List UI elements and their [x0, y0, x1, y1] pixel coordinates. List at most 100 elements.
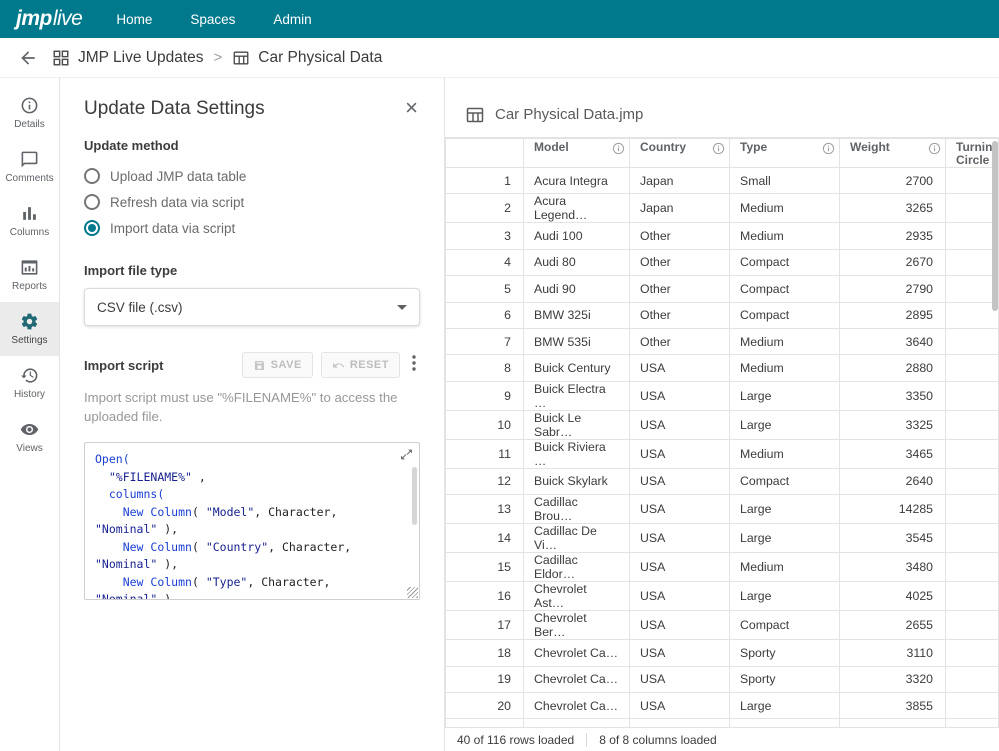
table-row: 8Buick CenturyUSAMedium2880	[446, 355, 999, 381]
sidebar-item-label: Settings	[11, 335, 47, 346]
column-info-icon[interactable]	[612, 142, 625, 158]
table-cell	[946, 611, 999, 640]
radio-refresh-data-via-script[interactable]: Refresh data via script	[84, 189, 420, 215]
table-cell: 14	[446, 524, 524, 553]
table-row: 15Cadillac Eldor…USAMedium3480	[446, 553, 999, 582]
data-footer: 40 of 116 rows loaded 8 of 8 columns loa…	[445, 727, 999, 751]
table-cell: 1	[446, 168, 524, 194]
table-cell: 12	[446, 468, 524, 494]
sidebar-item-label: Details	[14, 119, 45, 130]
table-cell: Buick Century	[524, 355, 630, 381]
sidebar-item-history[interactable]: History	[0, 356, 59, 410]
code-line: "Nominal" ),	[95, 521, 405, 539]
table-cell: Chevrolet Ber…	[524, 611, 630, 640]
table-cell: Other	[630, 276, 730, 302]
table-row: 16Chevrolet Ast…USALarge4025	[446, 582, 999, 611]
table-cell: 19	[446, 666, 524, 692]
column-info-icon[interactable]	[928, 142, 941, 158]
table-row: 1Acura IntegraJapanSmall2700	[446, 168, 999, 194]
radio-upload-jmp-data-table[interactable]: Upload JMP data table	[84, 163, 420, 189]
nav-admin[interactable]: Admin	[273, 12, 311, 27]
table-cell: BMW 325i	[524, 302, 630, 328]
code-line: "Nominal" ),	[95, 556, 405, 574]
table-row: 5Audi 90OtherCompact2790	[446, 276, 999, 302]
table-cell: 2640	[840, 468, 946, 494]
table-cell: 2880	[840, 355, 946, 381]
reset-button[interactable]: RESET	[321, 352, 400, 378]
table-cell: 3855	[840, 692, 946, 718]
code-line: columns(	[95, 486, 405, 504]
nav-home[interactable]: Home	[116, 12, 152, 27]
file-type-value: CSV file (.csv)	[97, 300, 183, 315]
data-table-icon	[465, 105, 485, 125]
expand-editor-icon[interactable]	[400, 448, 413, 466]
more-options-kebab-icon[interactable]	[408, 353, 420, 378]
sidebar-item-reports[interactable]: Reports	[0, 248, 59, 302]
table-cell: USA	[630, 381, 730, 410]
table-cell: Compact	[730, 468, 840, 494]
table-cell: Compact	[730, 302, 840, 328]
table-cell: Medium	[730, 439, 840, 468]
table-cell: 16	[446, 582, 524, 611]
code-line: New Column( "Model", Character,	[95, 504, 405, 522]
sidebar-item-label: Reports	[12, 281, 47, 292]
top-bar: jmplive Home Spaces Admin	[0, 0, 999, 38]
table-row: 18Chevrolet Ca…USASporty3110	[446, 640, 999, 666]
breadcrumb-post[interactable]: Car Physical Data	[232, 49, 382, 67]
table-cell: USA	[630, 582, 730, 611]
table-cell	[946, 276, 999, 302]
import-script-editor[interactable]: Open( "%FILENAME%" , columns( New Column…	[84, 442, 420, 600]
update-data-settings-panel: Update Data Settings × Update method Upl…	[60, 78, 445, 751]
table-cell: 4025	[840, 582, 946, 611]
table-cell: 2700	[840, 168, 946, 194]
save-button[interactable]: SAVE	[242, 352, 313, 378]
table-row: 12Buick SkylarkUSACompact2640	[446, 468, 999, 494]
table-cell	[946, 168, 999, 194]
table-cell: 2485	[840, 719, 946, 727]
table-cell: 3545	[840, 524, 946, 553]
table-cell: 2935	[840, 223, 946, 249]
data-table-body: 1Acura IntegraJapanSmall27002Acura Legen…	[446, 168, 999, 728]
table-cell: Sporty	[730, 640, 840, 666]
sidebar-item-details[interactable]: Details	[0, 86, 59, 140]
editor-resize-handle[interactable]	[407, 587, 418, 598]
file-type-select[interactable]: CSV file (.csv)	[84, 288, 420, 326]
table-cell: 3110	[840, 640, 946, 666]
radio-import-data-via-script[interactable]: Import data via script	[84, 215, 420, 241]
column-header-turning-circle: Turning Circle	[946, 139, 999, 168]
column-info-icon[interactable]	[712, 142, 725, 158]
sidebar-item-comments[interactable]: Comments	[0, 140, 59, 194]
jmp-live-logo[interactable]: jmplive	[16, 7, 82, 31]
table-cell	[946, 553, 999, 582]
table-cell: USA	[630, 666, 730, 692]
table-cell: 21	[446, 719, 524, 727]
table-cell: Medium	[730, 328, 840, 354]
table-cell: 7	[446, 328, 524, 354]
close-icon[interactable]: ×	[403, 98, 420, 118]
sidebar-item-settings[interactable]: Settings	[0, 302, 59, 356]
radio-label: Refresh data via script	[110, 195, 244, 210]
nav-spaces[interactable]: Spaces	[190, 12, 235, 27]
history-clock-icon	[20, 366, 39, 385]
table-cell: 2790	[840, 276, 946, 302]
breadcrumb-space[interactable]: JMP Live Updates	[52, 49, 204, 67]
column-info-icon[interactable]	[822, 142, 835, 158]
table-cell: USA	[630, 439, 730, 468]
sidebar-item-views[interactable]: Views	[0, 410, 59, 464]
table-cell	[946, 302, 999, 328]
arrow-left-icon	[18, 48, 38, 68]
panel-title: Update Data Settings	[84, 98, 265, 120]
code-line: New Column( "Type", Character,	[95, 574, 405, 592]
table-row: 17Chevrolet Ber…USACompact2655	[446, 611, 999, 640]
table-cell: USA	[630, 410, 730, 439]
table-cell: Chevrolet Ca…	[524, 719, 630, 727]
table-row: 11Buick Riviera …USAMedium3465	[446, 439, 999, 468]
table-cell	[946, 640, 999, 666]
info-icon	[20, 96, 39, 115]
editor-scrollbar[interactable]	[412, 467, 417, 525]
sidebar-item-columns[interactable]: Columns	[0, 194, 59, 248]
table-cell	[946, 410, 999, 439]
table-scrollbar[interactable]	[992, 141, 998, 311]
back-button[interactable]	[14, 44, 42, 72]
table-cell: 3350	[840, 381, 946, 410]
